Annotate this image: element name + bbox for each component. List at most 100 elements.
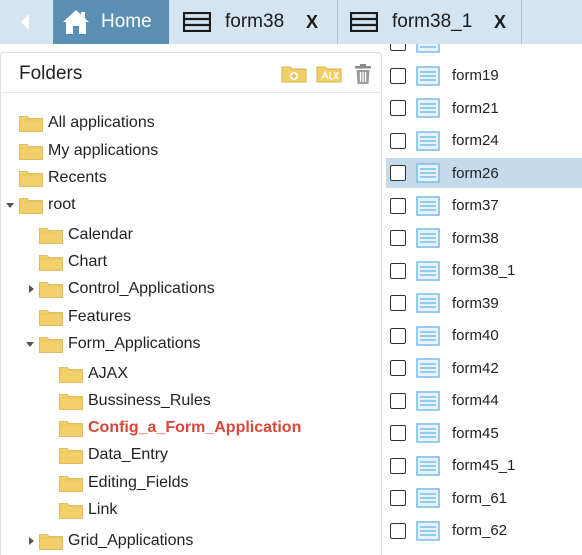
folder-icon: [59, 421, 83, 437]
form-list-item[interactable]: form38_1: [386, 256, 582, 286]
tree-item-form-applications[interactable]: Form_Applications: [39, 332, 201, 356]
folder-icon: [59, 448, 83, 464]
form-list-item[interactable]: form21: [386, 93, 582, 123]
tree-item-label: Recents: [48, 169, 107, 186]
rename-folder-icon[interactable]: [316, 63, 342, 83]
form-icon: [416, 325, 440, 346]
trash-icon[interactable]: [353, 63, 373, 85]
folder-icon: [19, 116, 43, 132]
tab-form38[interactable]: form38 X: [169, 0, 337, 44]
tree-item-label: My applications: [48, 142, 159, 159]
form-list-item-label: form_62: [452, 522, 508, 539]
collapse-caret-icon[interactable]: [26, 342, 34, 347]
tree-item-root[interactable]: root: [19, 193, 76, 217]
tree-item-label: Control_Applications: [68, 280, 215, 297]
tree-item-label: Grid_Applications: [68, 532, 194, 549]
tree-item-data-entry[interactable]: Data_Entry: [59, 443, 168, 467]
tree-item-grid-applications[interactable]: Grid_Applications: [39, 529, 193, 553]
form-list-item[interactable]: form45: [386, 418, 582, 448]
tree-item-features[interactable]: Features: [39, 305, 131, 329]
form-checkbox[interactable]: [390, 490, 406, 506]
folder-icon: [39, 255, 63, 271]
folder-icon: [19, 198, 43, 214]
tree-item-recents[interactable]: Recents: [19, 166, 107, 190]
tree-item-link[interactable]: Link: [59, 498, 117, 522]
tab-form38-label: form38: [225, 11, 285, 32]
form-checkbox[interactable]: [390, 165, 406, 181]
tab-scroll-left-button[interactable]: [0, 0, 53, 44]
form-list-item-label: form21: [452, 99, 499, 117]
form-checkbox[interactable]: [390, 425, 406, 441]
tree-item-all-applications[interactable]: All applications: [19, 111, 155, 135]
expand-caret-icon[interactable]: [29, 537, 34, 545]
form-checkbox[interactable]: [390, 360, 406, 376]
form-checkbox[interactable]: [390, 392, 406, 409]
collapse-caret-icon[interactable]: [6, 203, 14, 208]
tree-item-label: Bussiness_Rules: [88, 392, 211, 409]
form-list-item[interactable]: [386, 44, 582, 58]
form-list-item[interactable]: form45_1: [386, 451, 582, 481]
tree-item-label: Config_a_Form_Application: [88, 419, 302, 436]
tree-item-chart[interactable]: Chart: [39, 250, 107, 274]
form-checkbox[interactable]: [390, 197, 406, 214]
tab-home[interactable]: Home: [53, 0, 169, 44]
form-list-item[interactable]: form44: [386, 386, 582, 416]
form-checkbox[interactable]: [390, 295, 406, 311]
form-checkbox[interactable]: [390, 327, 406, 344]
tree-item-control-applications[interactable]: Control_Applications: [39, 277, 215, 301]
form-list-item[interactable]: form26: [386, 158, 582, 188]
form-checkbox[interactable]: [390, 44, 406, 51]
form-icon: [416, 260, 440, 281]
tree-item-bussiness-rules[interactable]: Bussiness_Rules: [59, 389, 211, 413]
form-checkbox[interactable]: [390, 457, 406, 474]
tab-form38_1[interactable]: form38_1 X: [338, 0, 522, 44]
forms-list-panel: form19 form21 form24 form26 form37 form3…: [386, 44, 582, 555]
form-list-item-label: form26: [452, 164, 499, 182]
form-icon: [416, 163, 440, 183]
tree-item-label: root: [48, 196, 76, 213]
form-checkbox[interactable]: [390, 522, 406, 539]
tree-item-editing-fields[interactable]: Editing_Fields: [59, 471, 189, 495]
tree-item-calendar[interactable]: Calendar: [39, 223, 133, 247]
tree-item-label: Link: [88, 501, 118, 518]
folder-icon: [59, 476, 83, 492]
expand-caret-icon[interactable]: [29, 285, 34, 293]
form-list-item[interactable]: form42: [386, 353, 582, 383]
form-list-item[interactable]: form38: [386, 223, 582, 253]
form-checkbox[interactable]: [390, 262, 406, 279]
tab-form38-close-button[interactable]: X: [306, 12, 318, 33]
tree-item-label: All applications: [48, 114, 155, 131]
form-list-item[interactable]: form19: [386, 61, 582, 91]
form-checkbox[interactable]: [390, 67, 406, 84]
folder-icon: [59, 367, 83, 383]
form-list-item-label: form45_1: [452, 457, 516, 474]
tab-form38_1-close-button[interactable]: X: [494, 12, 506, 33]
tab-divider: [521, 0, 522, 44]
form-list-item[interactable]: form_61: [386, 483, 582, 513]
form-checkbox[interactable]: [390, 132, 406, 149]
tab-bar: Home form38 X form38_1 X: [0, 0, 582, 44]
form-list-item-label: form44: [452, 392, 499, 409]
tree-item-ajax[interactable]: AJAX: [59, 362, 128, 386]
arrow-left-icon: [20, 14, 29, 30]
folder-icon: [59, 503, 83, 519]
tab-home-label: Home: [101, 11, 152, 32]
tree-item-config-a-form-application[interactable]: Config_a_Form_Application: [59, 416, 301, 440]
form-list-item[interactable]: form37: [386, 191, 582, 221]
form-list-item-label: form37: [452, 197, 499, 214]
form-list-item-label: form38_1: [452, 262, 516, 279]
form-checkbox[interactable]: [390, 100, 406, 116]
new-folder-icon[interactable]: [281, 63, 307, 83]
folders-panel: Folders All applications My applications…: [0, 52, 382, 555]
form-list-item-label: form_61: [452, 489, 508, 507]
form-list-item[interactable]: form40: [386, 321, 582, 351]
tree-item-label: AJAX: [88, 365, 129, 382]
form-list-item[interactable]: form_62: [386, 516, 582, 546]
form-list-item[interactable]: form24: [386, 126, 582, 156]
form-list-item-label: form42: [452, 359, 499, 377]
form-list-item[interactable]: form39: [386, 288, 582, 318]
tree-item-my-applications[interactable]: My applications: [19, 139, 158, 163]
folder-icon: [39, 534, 63, 550]
form-icon: [416, 44, 440, 53]
form-checkbox[interactable]: [390, 230, 406, 246]
